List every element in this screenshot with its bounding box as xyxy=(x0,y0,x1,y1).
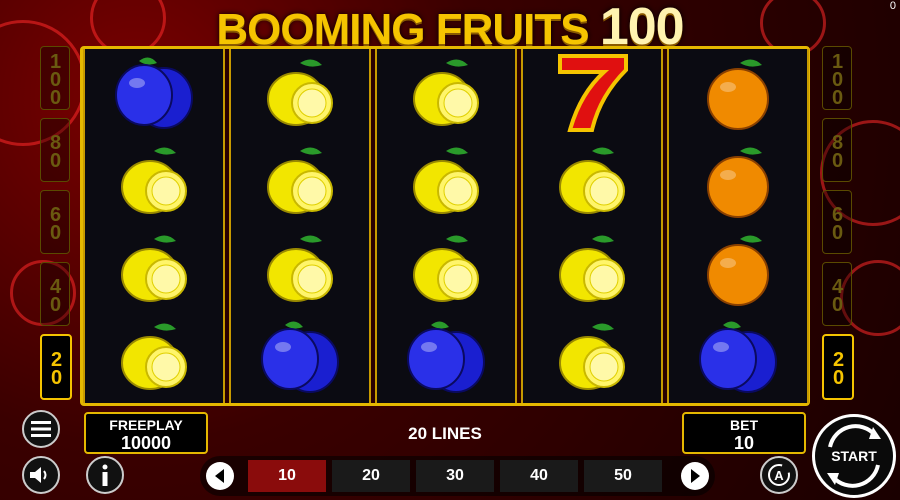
lemon-symbol xyxy=(377,49,515,137)
balance-panel: FREEPLAY 10000 xyxy=(84,412,208,454)
svg-text:A: A xyxy=(774,468,784,483)
seven-symbol xyxy=(523,49,661,137)
reel-5 xyxy=(667,49,809,403)
reel-4 xyxy=(521,49,663,403)
lemon-symbol xyxy=(85,225,223,313)
line-option-30[interactable]: 30 xyxy=(416,460,494,492)
reel-1 xyxy=(83,49,225,403)
balance-value: 10000 xyxy=(120,433,172,453)
lemon-symbol xyxy=(523,137,661,225)
line-indicators-left: 100 80 60 40 20 xyxy=(40,46,72,400)
line-selector: 10 20 30 40 50 xyxy=(200,456,715,496)
bet-value: 10 xyxy=(733,433,755,453)
lemon-symbol xyxy=(377,137,515,225)
line-indicator-40: 40 xyxy=(40,262,70,326)
reels-frame xyxy=(80,46,810,406)
plum-symbol xyxy=(669,313,807,401)
plum-symbol xyxy=(231,313,369,401)
balance-label: FREEPLAY xyxy=(109,417,183,433)
lemon-symbol xyxy=(523,225,661,313)
next-button[interactable] xyxy=(681,462,709,490)
plum-symbol xyxy=(377,313,515,401)
reel-2 xyxy=(229,49,371,403)
line-indicator-60: 60 xyxy=(822,190,852,254)
line-indicators-right: 100 80 60 40 20 xyxy=(822,46,854,400)
line-indicator-60: 60 xyxy=(40,190,70,254)
line-indicator-80: 80 xyxy=(40,118,70,182)
line-option-50[interactable]: 50 xyxy=(584,460,662,492)
lemon-symbol xyxy=(231,225,369,313)
line-indicator-20: 20 xyxy=(40,334,72,400)
orange-symbol xyxy=(669,137,807,225)
lemon-symbol xyxy=(523,313,661,401)
lemon-symbol xyxy=(85,137,223,225)
orange-symbol xyxy=(669,225,807,313)
line-indicator-100: 100 xyxy=(40,46,70,110)
bet-label: BET xyxy=(730,417,758,433)
lemon-symbol xyxy=(231,49,369,137)
menu-button[interactable] xyxy=(22,410,60,448)
line-indicator-40: 40 xyxy=(822,262,852,326)
start-button[interactable]: START xyxy=(812,414,896,498)
chevron-right-icon xyxy=(691,469,700,483)
line-indicator-20: 20 xyxy=(822,334,854,400)
line-indicator-100: 100 xyxy=(822,46,852,110)
line-indicator-80: 80 xyxy=(822,118,852,182)
line-option-40[interactable]: 40 xyxy=(500,460,578,492)
lemon-symbol xyxy=(231,137,369,225)
prev-button[interactable] xyxy=(206,462,234,490)
start-label: START xyxy=(831,448,877,464)
menu-icon xyxy=(31,421,51,437)
line-option-20[interactable]: 20 xyxy=(332,460,410,492)
bet-panel[interactable]: BET 10 xyxy=(682,412,806,454)
plum-symbol xyxy=(85,49,223,137)
line-option-10[interactable]: 10 xyxy=(248,460,326,492)
lemon-symbol xyxy=(85,313,223,401)
lines-info: 20 LINES xyxy=(408,424,482,443)
info-icon xyxy=(102,464,108,486)
sound-button[interactable] xyxy=(22,456,60,494)
orange-symbol xyxy=(669,49,807,137)
lemon-symbol xyxy=(377,225,515,313)
autoplay-button[interactable]: A xyxy=(760,456,798,494)
autoplay-icon: A xyxy=(768,464,790,486)
speaker-icon xyxy=(30,467,47,483)
reel-3 xyxy=(375,49,517,403)
info-button[interactable] xyxy=(86,456,124,494)
chevron-left-icon xyxy=(215,469,224,483)
